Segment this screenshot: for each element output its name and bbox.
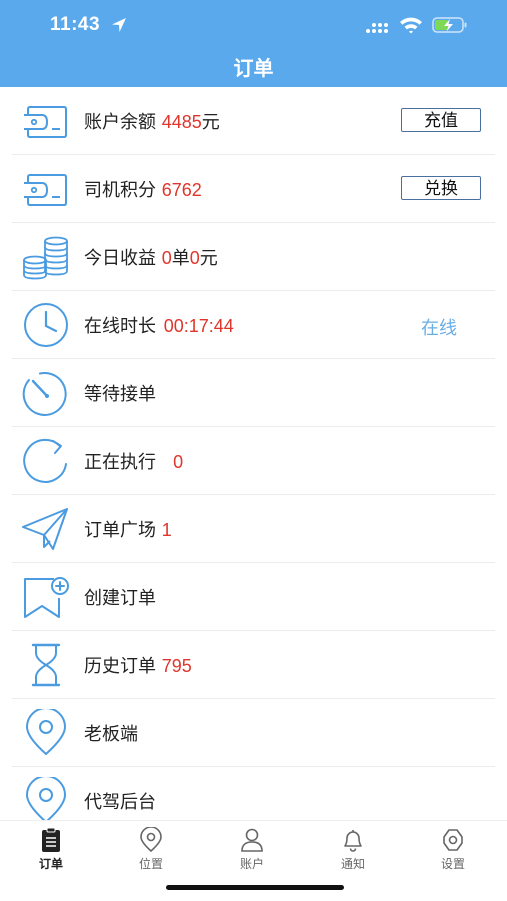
tab-orders[interactable]: 订单 xyxy=(16,827,86,872)
tab-location[interactable]: 位置 xyxy=(116,827,186,872)
hourglass-icon xyxy=(31,643,61,687)
online-status-toggle[interactable]: 在线 xyxy=(421,314,457,340)
online-duration-value: 00:17:44 xyxy=(163,316,234,336)
in-progress-value: 0 xyxy=(173,452,184,472)
redeem-button[interactable]: 兑换 xyxy=(401,176,481,200)
battery-charging-icon xyxy=(432,17,467,33)
earnings-unit: 元 xyxy=(199,248,218,269)
list-item-waiting-orders[interactable]: 等待接单 xyxy=(0,359,507,427)
signal-icon xyxy=(366,23,388,33)
balance-value: 4485 xyxy=(161,112,202,132)
clipboard-icon xyxy=(42,827,60,852)
list-item-boss-portal[interactable]: 老板端 xyxy=(0,699,507,767)
list-item-in-progress[interactable]: 正在执行 0 xyxy=(0,427,507,495)
order-history-value: 795 xyxy=(161,656,192,676)
list-item-today-earnings[interactable]: 今日收益 0单0元 xyxy=(0,223,507,291)
order-plaza-label: 订单广场 xyxy=(84,520,156,541)
gear-icon xyxy=(443,829,463,851)
earnings-label: 今日收益 xyxy=(84,248,156,269)
points-label: 司机积分 xyxy=(84,180,156,201)
list-item-create-order[interactable]: 创建订单 xyxy=(0,563,507,631)
points-value: 6762 xyxy=(161,180,202,200)
coins-icon xyxy=(23,236,68,280)
bell-icon xyxy=(344,830,362,852)
tab-notifications-label: 通知 xyxy=(340,857,365,871)
wifi-icon xyxy=(400,17,422,34)
clock-icon xyxy=(24,303,68,347)
tab-orders-label: 订单 xyxy=(38,857,63,871)
wallet-icon xyxy=(24,106,67,138)
home-indicator[interactable] xyxy=(166,885,344,890)
tab-account[interactable]: 账户 xyxy=(217,827,287,872)
tab-location-label: 位置 xyxy=(138,857,163,871)
list-item-order-history[interactable]: 历史订单 795 xyxy=(0,631,507,699)
online-duration-label: 在线时长 xyxy=(84,316,156,337)
page-title: 订单 xyxy=(233,56,274,80)
timer-icon xyxy=(22,371,67,416)
top-bar: 11:43 订单 xyxy=(0,0,507,87)
tab-notifications[interactable]: 通知 xyxy=(318,827,388,872)
in-progress-label: 正在执行 xyxy=(84,452,156,473)
status-bar: 11:43 xyxy=(0,0,507,50)
list-item-online-duration[interactable]: 在线时长 00:17:44 在线 xyxy=(0,291,507,359)
list-item-driver-backend[interactable]: 代驾后台 xyxy=(0,767,507,820)
earnings-amount-value: 0 xyxy=(189,248,200,268)
location-pin-icon xyxy=(140,827,162,853)
wallet-icon xyxy=(24,174,67,206)
orders-count-value: 0 xyxy=(161,248,172,268)
list-item-account-balance[interactable]: 账户余额 4485元 充值 xyxy=(0,87,507,155)
balance-unit: 元 xyxy=(201,112,220,133)
tab-settings[interactable]: 设置 xyxy=(418,827,488,872)
create-order-label: 创建订单 xyxy=(84,588,156,609)
bookmark-add-icon xyxy=(24,577,69,618)
user-icon xyxy=(241,828,263,852)
orders-unit: 单 xyxy=(171,248,190,269)
location-pin-icon xyxy=(26,777,66,820)
location-arrow-icon xyxy=(112,18,126,32)
paper-plane-icon xyxy=(22,508,68,550)
order-plaza-value: 1 xyxy=(161,520,172,540)
order-history-label: 历史订单 xyxy=(84,656,156,677)
order-menu-list: 账户余额 4485元 充值 司机积分 6762 兑换 今日收益 0单0元 在线时… xyxy=(0,87,507,820)
tab-account-label: 账户 xyxy=(239,857,264,871)
list-item-driver-points[interactable]: 司机积分 6762 兑换 xyxy=(0,155,507,223)
tab-settings-label: 设置 xyxy=(440,857,465,871)
recharge-button[interactable]: 充值 xyxy=(401,108,481,132)
boss-portal-label: 老板端 xyxy=(84,724,138,745)
refresh-icon xyxy=(23,438,67,483)
location-pin-icon xyxy=(26,709,66,755)
balance-label: 账户余额 xyxy=(84,112,156,133)
list-item-order-plaza[interactable]: 订单广场 1 xyxy=(0,495,507,563)
status-time: 11:43 xyxy=(50,14,101,35)
waiting-orders-label: 等待接单 xyxy=(84,384,156,405)
driver-backend-label: 代驾后台 xyxy=(84,792,156,813)
